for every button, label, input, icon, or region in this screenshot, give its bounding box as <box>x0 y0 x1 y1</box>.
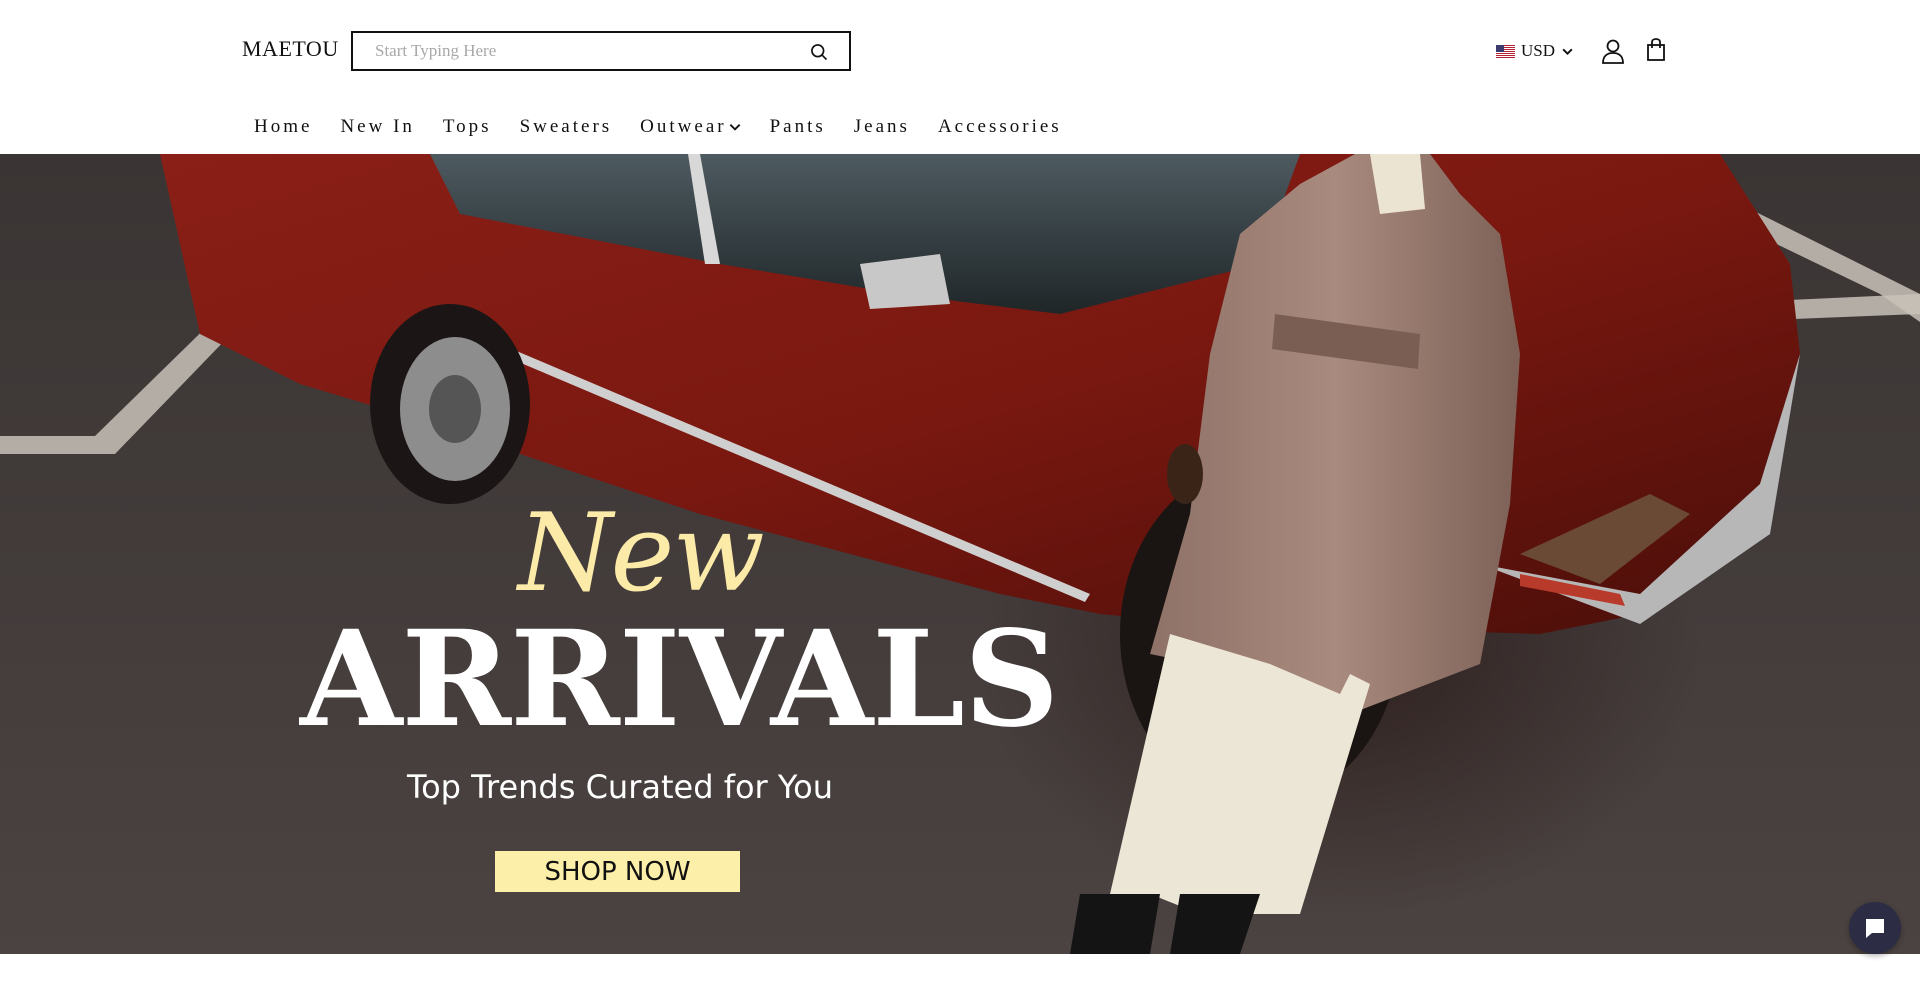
shopping-bag-icon[interactable] <box>1646 38 1666 62</box>
nav-item-pants[interactable]: Pants <box>770 116 826 138</box>
nav-item-home[interactable]: Home <box>254 116 312 138</box>
search-icon[interactable] <box>809 42 829 62</box>
nav-item-outwear[interactable]: Outwear <box>640 116 741 138</box>
search-input[interactable] <box>373 33 793 69</box>
hero-tagline: Top Trends Curated for You <box>406 768 834 806</box>
chat-button[interactable] <box>1849 902 1901 954</box>
search-bar <box>351 31 851 71</box>
site-header: MAETOU USD Home N <box>0 0 1920 154</box>
hero-heading: ARRIVALS <box>300 602 1059 757</box>
account-icon[interactable] <box>1601 38 1625 64</box>
shop-now-button[interactable]: SHOP NOW <box>495 851 740 892</box>
currency-selector[interactable]: USD <box>1496 40 1574 62</box>
nav-item-new-in[interactable]: New In <box>340 116 414 138</box>
site-logo[interactable]: MAETOU <box>242 36 339 62</box>
hero-banner[interactable]: New ARRIVALS Top Trends Curated for You … <box>0 154 1920 954</box>
nav-item-sweaters[interactable]: Sweaters <box>520 116 613 138</box>
nav-item-jeans[interactable]: Jeans <box>854 116 910 138</box>
hero-background-image <box>0 154 1920 954</box>
us-flag-icon <box>1496 44 1515 58</box>
currency-label: USD <box>1521 41 1556 60</box>
chevron-down-icon <box>729 124 740 131</box>
chat-icon <box>1866 919 1884 938</box>
main-nav: Home New In Tops Sweaters Outwear Pants … <box>254 116 1090 138</box>
nav-item-accessories[interactable]: Accessories <box>938 116 1062 138</box>
hero-script-heading: New <box>518 491 765 616</box>
chevron-down-icon <box>1562 48 1573 55</box>
below-fold-area <box>0 954 1920 993</box>
nav-item-tops[interactable]: Tops <box>443 116 492 138</box>
